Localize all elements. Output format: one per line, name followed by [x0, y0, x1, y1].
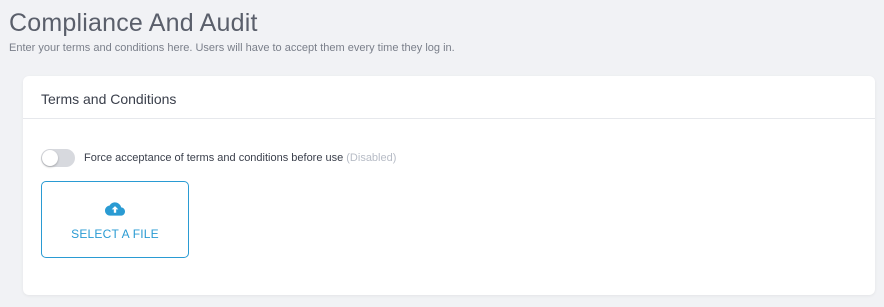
cloud-upload-icon	[105, 201, 125, 216]
terms-card-header: Terms and Conditions	[23, 76, 875, 119]
terms-card-title: Terms and Conditions	[41, 91, 177, 107]
force-acceptance-status: (Disabled)	[346, 152, 397, 164]
force-acceptance-label: Force acceptance of terms and conditions…	[84, 152, 344, 164]
page-title: Compliance And Audit	[9, 9, 258, 37]
force-acceptance-toggle[interactable]	[41, 149, 75, 167]
select-file-button[interactable]: SELECT A FILE	[41, 181, 189, 258]
terms-card: Terms and Conditions Force acceptance of…	[23, 76, 875, 295]
compliance-page: Compliance And Audit Enter your terms an…	[0, 0, 884, 307]
select-file-label: SELECT A FILE	[71, 226, 159, 241]
force-acceptance-row: Force acceptance of terms and conditions…	[41, 149, 396, 167]
page-subtitle: Enter your terms and conditions here. Us…	[9, 42, 455, 54]
toggle-knob	[42, 150, 58, 166]
